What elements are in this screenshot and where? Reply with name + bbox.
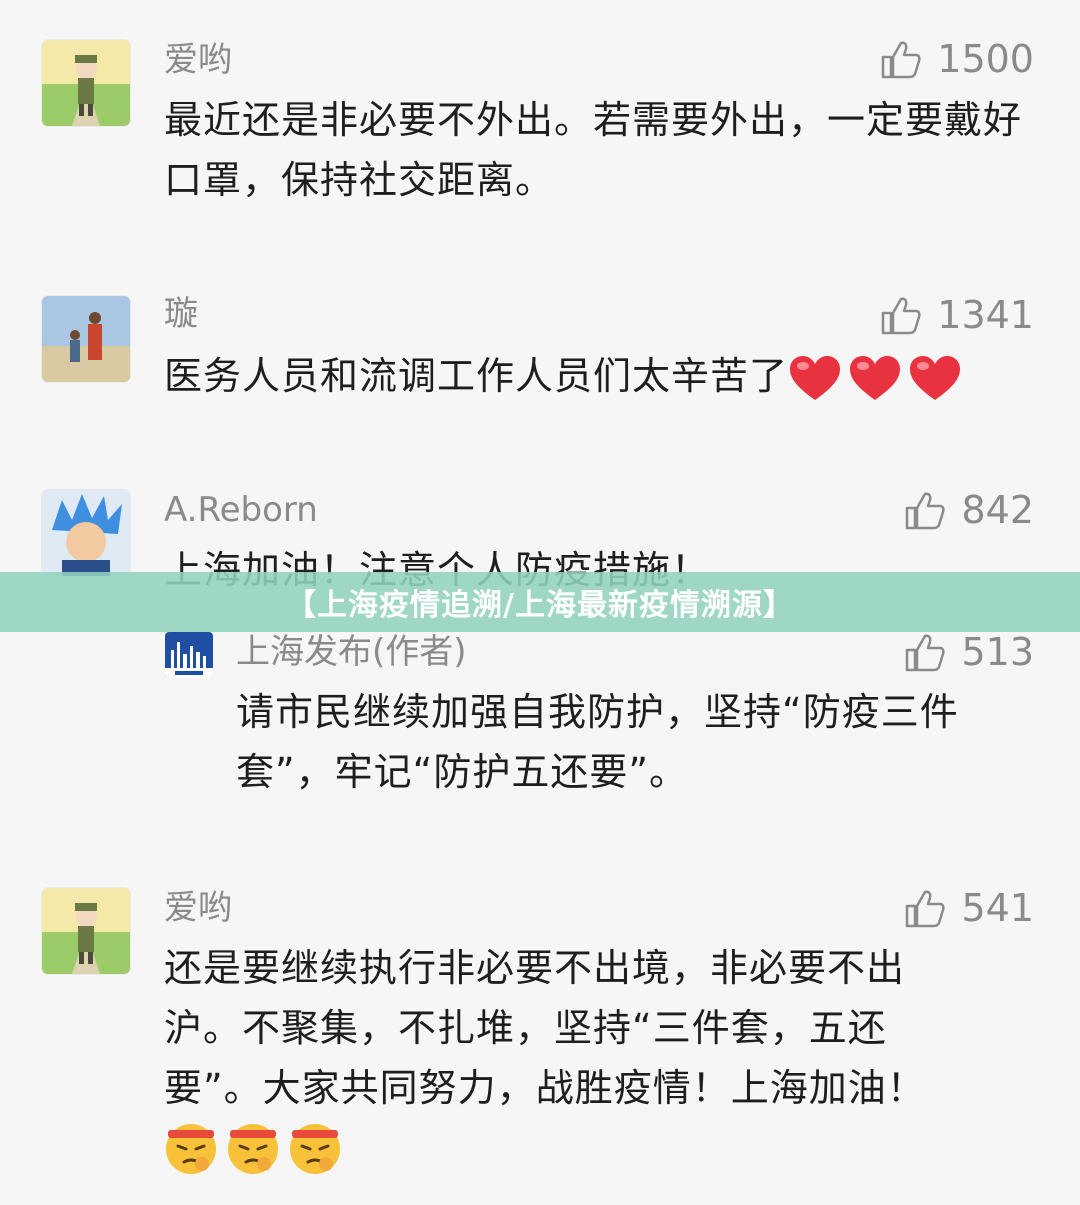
determined-face-icon — [228, 1124, 278, 1174]
photo-avatar-icon — [42, 296, 130, 382]
like-count: 541 — [961, 886, 1034, 930]
like-count: 1500 — [937, 37, 1034, 81]
title-banner: 【上海疫情追溯/上海最新疫情溯源】 — [0, 572, 1080, 632]
emoji-row — [788, 354, 962, 404]
emoji-row — [162, 1118, 344, 1176]
anime-avatar-icon — [42, 490, 130, 576]
soldier-avatar-icon — [42, 888, 130, 974]
thumbs-up-icon — [882, 41, 921, 79]
comment-text: 医务人员和流调工作人员们太辛苦了 — [164, 346, 1034, 406]
like-count: 513 — [961, 630, 1034, 674]
red-heart-icon — [790, 355, 841, 400]
shanghai-skyline-logo-icon — [165, 632, 213, 678]
like-count: 842 — [961, 488, 1034, 532]
like-button[interactable]: 513 — [903, 630, 1034, 674]
commenter-name[interactable]: 爱哟 — [164, 888, 232, 928]
avatar[interactable] — [42, 490, 130, 576]
banner-title: 【上海疫情追溯/上海最新疫情溯源】 — [286, 588, 794, 623]
avatar[interactable] — [42, 40, 130, 126]
reply-text: 请市民继续加强自我防护，坚持“防疫三件套”，牢记“防护五还要”。 — [236, 690, 959, 794]
comment-text-body: 还是要继续执行非必要不出境，非必要不出沪。不聚集，不扎堆，坚持“三件套，五还要”… — [164, 946, 926, 1110]
red-heart-icon — [850, 355, 901, 400]
like-button[interactable]: 541 — [903, 886, 1034, 930]
like-button[interactable]: 842 — [903, 488, 1034, 532]
avatar[interactable] — [42, 296, 130, 382]
thumbs-up-icon — [882, 297, 921, 335]
thumbs-up-icon — [906, 890, 946, 928]
thumbs-up-icon — [906, 634, 946, 672]
like-button[interactable]: 1500 — [879, 37, 1034, 81]
determined-face-icon — [166, 1124, 216, 1174]
avatar[interactable] — [165, 632, 213, 678]
commenter-name[interactable]: 璇 — [164, 294, 198, 334]
commenter-name[interactable]: A.Reborn — [164, 490, 318, 530]
red-heart-icon — [910, 355, 961, 400]
avatar[interactable] — [42, 888, 130, 974]
comment-text-body: 医务人员和流调工作人员们太辛苦了 — [164, 354, 789, 398]
thumbs-up-icon — [906, 492, 946, 530]
determined-face-icon — [290, 1124, 340, 1174]
comment-text: 最近还是非必要不外出。若需要外出，一定要戴好口罩，保持社交距离。 — [164, 98, 1023, 202]
soldier-avatar-icon — [42, 40, 130, 126]
like-count: 1341 — [937, 293, 1034, 337]
comment-text: 还是要继续执行非必要不出境，非必要不出沪。不聚集，不扎堆，坚持“三件套，五还要”… — [164, 938, 974, 1118]
reply-author-name[interactable]: 上海发布(作者) — [236, 632, 467, 672]
like-button[interactable]: 1341 — [879, 293, 1034, 337]
commenter-name[interactable]: 爱哟 — [164, 40, 232, 80]
